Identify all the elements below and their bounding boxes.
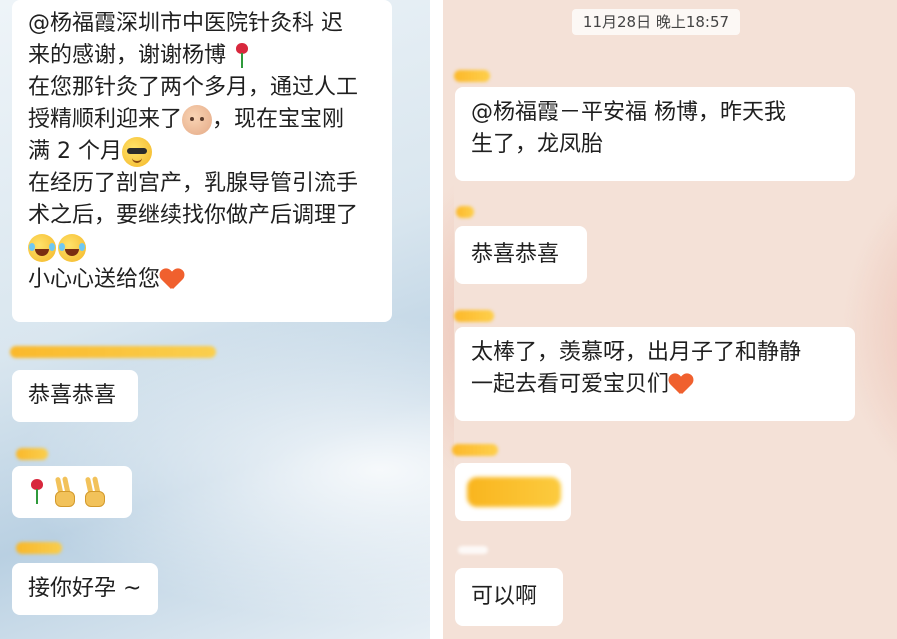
redacted-sender-name [456, 206, 474, 218]
redacted-sender-name [458, 546, 488, 554]
message-text: 接你好孕 ~ [28, 576, 142, 601]
message-line: 太棒了，羡慕呀，出月子了和静静 [471, 340, 802, 365]
message-line: 在您那针灸了两个多月，通过人工 [28, 75, 359, 100]
baby-face-icon [182, 105, 213, 135]
redacted-sender-name [454, 310, 494, 322]
rose-icon [233, 43, 251, 69]
message-line: 满 2 个月 [28, 139, 122, 164]
rose-icon [28, 479, 46, 505]
message-bubble-congrats[interactable]: 恭喜恭喜 [12, 370, 138, 422]
message-bubble-emoji[interactable] [12, 466, 132, 518]
heart-icon [160, 269, 184, 291]
timestamp-badge: 11月28日 晚上18:57 [572, 9, 740, 35]
message-bubble-redacted[interactable] [455, 463, 571, 521]
message-text: 恭喜恭喜 [471, 242, 560, 267]
message-bubble-twins[interactable]: @杨福霞－平安福 杨博，昨天我 生了，龙凤胎 [455, 87, 855, 181]
victory-hand-icon [82, 477, 106, 507]
victory-hand-icon [52, 477, 76, 507]
message-line: 在经历了剖宫产，乳腺导管引流手 [28, 171, 359, 196]
message-line: @杨福霞深圳市中医院针灸科 迟 [28, 11, 343, 36]
left-chat-screenshot: @杨福霞深圳市中医院针灸科 迟 来的感谢，谢谢杨博 在您那针灸了两个多月，通过人… [0, 0, 430, 639]
message-line: 来的感谢，谢谢杨博 [28, 43, 227, 68]
message-line: 术之后，要继续找你做产后调理了 [28, 203, 359, 228]
redacted-sender-name [10, 346, 216, 358]
tears-of-joy-icon [28, 234, 56, 262]
message-line: 小心心送给您 [28, 267, 161, 292]
heart-icon [669, 374, 693, 396]
redacted-sender-name [452, 444, 498, 456]
message-text: 恭喜恭喜 [28, 383, 117, 408]
message-text: 可以啊 [471, 584, 538, 609]
message-line: ，现在宝宝刚 [212, 107, 345, 132]
message-bubble-good-luck[interactable]: 接你好孕 ~ [12, 563, 158, 615]
cool-face-icon [121, 137, 152, 167]
message-line: 生了，龙凤胎 [471, 132, 604, 157]
message-line: @杨福霞－平安福 杨博，昨天我 [471, 100, 786, 125]
redacted-sender-name [16, 542, 62, 554]
tears-of-joy-icon [58, 234, 86, 262]
message-line: 授精顺利迎来了 [28, 107, 183, 132]
message-bubble-thanks[interactable]: @杨福霞深圳市中医院针灸科 迟 来的感谢，谢谢杨博 在您那针灸了两个多月，通过人… [12, 0, 392, 322]
message-line: 一起去看可爱宝贝们 [471, 372, 670, 397]
message-bubble-visit[interactable]: 太棒了，羡慕呀，出月子了和静静 一起去看可爱宝贝们 [455, 327, 855, 421]
redacted-sender-name [16, 448, 48, 460]
redacted-sender-name [454, 70, 490, 82]
message-bubble-sure[interactable]: 可以啊 [455, 568, 563, 626]
message-bubble-congrats[interactable]: 恭喜恭喜 [455, 226, 587, 284]
redacted-message-content [467, 477, 561, 507]
screenshot-divider [430, 0, 443, 639]
